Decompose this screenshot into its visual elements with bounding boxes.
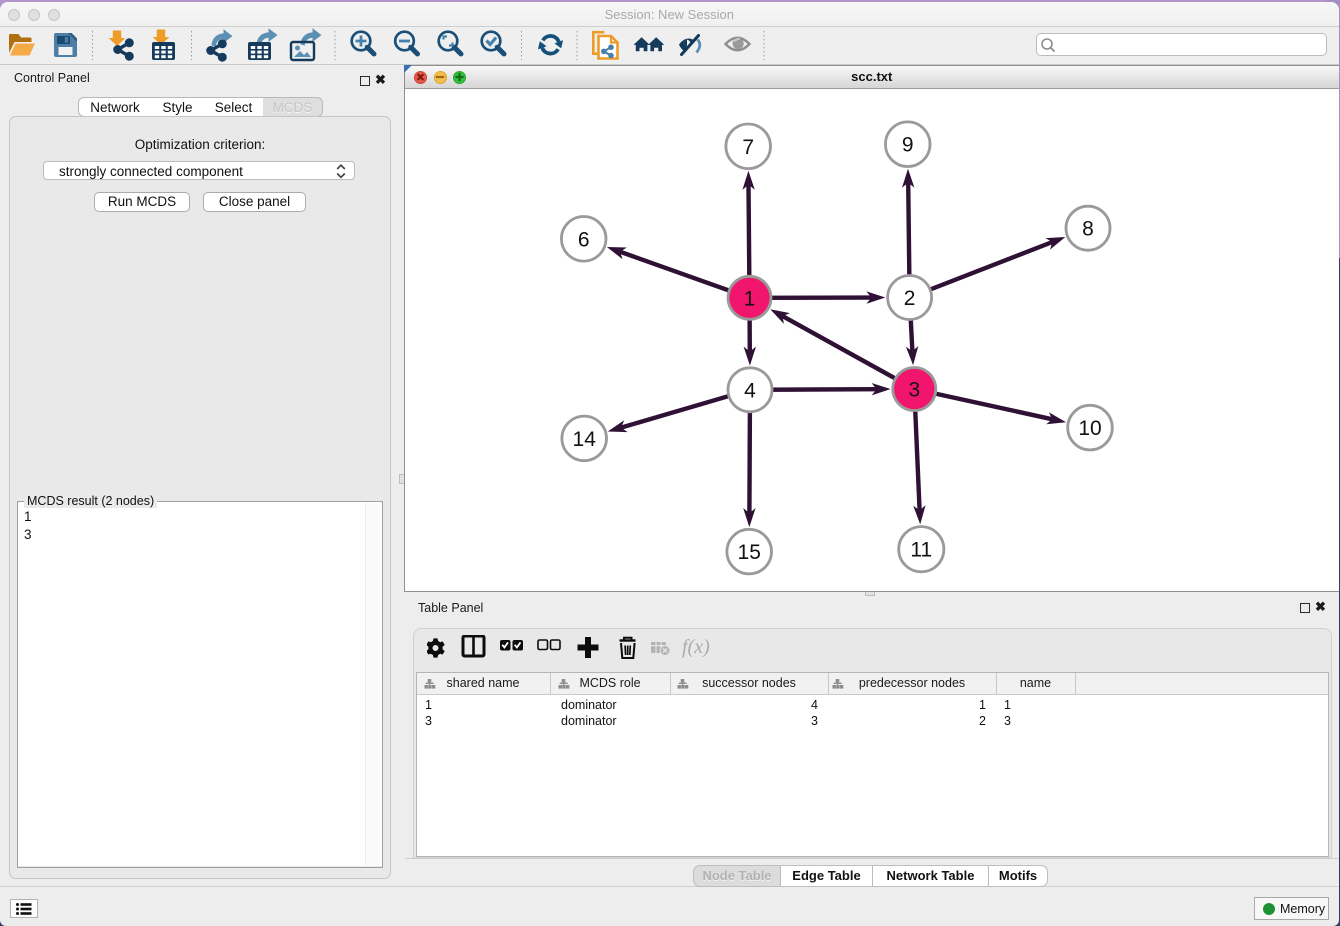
svg-text:4: 4 — [745, 379, 757, 402]
svg-text:7: 7 — [743, 136, 755, 159]
svg-text:2: 2 — [904, 287, 916, 310]
svg-text:14: 14 — [573, 428, 597, 451]
svg-text:15: 15 — [738, 541, 761, 564]
svg-text:3: 3 — [909, 379, 921, 402]
svg-text:8: 8 — [1083, 218, 1095, 241]
svg-text:10: 10 — [1079, 417, 1102, 440]
svg-text:1: 1 — [744, 287, 756, 310]
svg-text:6: 6 — [578, 228, 590, 251]
svg-text:f(x): f(x) — [682, 636, 710, 658]
svg-text:11: 11 — [911, 539, 933, 562]
svg-text:9: 9 — [902, 134, 914, 157]
